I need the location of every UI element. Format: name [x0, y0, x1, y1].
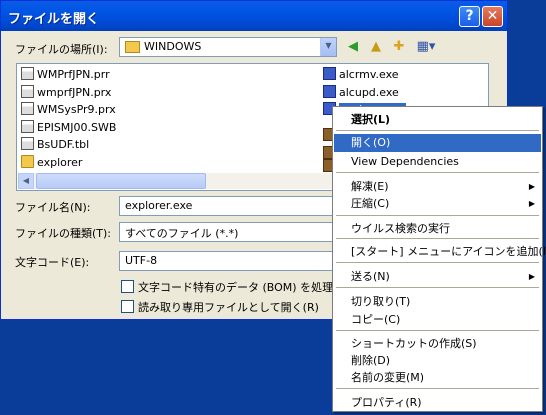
submenu-arrow-icon: ▶: [528, 199, 535, 208]
list-item[interactable]: EPISMJ00.SWB: [21, 119, 117, 136]
file-icon: [21, 84, 34, 98]
file-name: explorer: [37, 155, 83, 169]
file-name: WMSysPr9.prx: [37, 103, 116, 116]
file-icon: [21, 67, 34, 80]
encoding-select[interactable]: UTF-8: [119, 251, 335, 271]
filename-label: ファイル名(N):: [15, 201, 91, 214]
up-folder-icon[interactable]: ▲: [367, 38, 385, 56]
menu-item[interactable]: [スタート] メニューにアイコンを追加(I): [334, 243, 546, 261]
filename-input[interactable]: explorer.exe: [119, 196, 335, 216]
menu-item-label: 圧縮(C): [351, 197, 390, 210]
menu-separator: [336, 330, 539, 331]
filetype-label: ファイルの種類(T):: [15, 227, 112, 240]
menu-item[interactable]: ショートカットの作成(S): [334, 335, 541, 353]
encoding-label: 文字コード(E):: [15, 256, 90, 269]
menu-item[interactable]: 削除(D): [334, 352, 541, 370]
file-name: alcrmv.exe: [339, 68, 399, 81]
file-name: wmprfJPN.prx: [37, 85, 112, 99]
menu-item[interactable]: 圧縮(C) ▶: [334, 195, 541, 213]
menu-item-label: プロパティ(R): [351, 396, 422, 409]
filetype-select[interactable]: すべてのファイル (*.*): [119, 222, 335, 242]
folder-icon: [21, 154, 34, 168]
list-item[interactable]: alcupd.exe: [323, 84, 399, 101]
list-item[interactable]: BsUDF.tbl: [21, 137, 89, 153]
menu-item-label: 送る(N): [351, 270, 390, 283]
list-item[interactable]: WMPrfJPN.prr: [21, 67, 110, 83]
menu-item[interactable]: 開く(O): [334, 134, 541, 152]
menu-separator: [336, 215, 539, 216]
list-item[interactable]: alcrmv.exe: [323, 67, 399, 83]
menu-separator: [336, 238, 539, 239]
exe-icon: [323, 67, 336, 80]
menu-separator: [336, 130, 539, 131]
bom-checkbox[interactable]: [121, 280, 134, 293]
new-folder-icon[interactable]: ✚: [390, 38, 408, 56]
menu-item[interactable]: 送る(N) ▶: [334, 268, 541, 286]
scroll-left-icon[interactable]: ◀: [18, 173, 34, 189]
location-label: ファイルの場所(I):: [15, 43, 108, 56]
menu-item[interactable]: 名前の変更(M): [334, 369, 541, 387]
scroll-thumb[interactable]: [36, 173, 206, 189]
location-combo[interactable]: WINDOWS ▼: [119, 37, 337, 57]
list-item[interactable]: WMSysPr9.prx: [21, 102, 116, 118]
folder-icon: [125, 41, 140, 53]
menu-item-label: 切り取り(T): [351, 295, 411, 308]
dialog-title: ファイルを開く: [8, 12, 100, 27]
menu-item-label: [スタート] メニューにアイコンを追加(I): [351, 245, 546, 258]
views-menu-icon[interactable]: ▦▾: [414, 38, 438, 56]
menu-item-label: 削除(D): [351, 354, 391, 367]
readonly-label: 読み取り専用ファイルとして開く(R): [138, 301, 319, 314]
menu-item-label: ウイルス検索の実行: [351, 222, 450, 235]
menu-item-label: ショートカットの作成(S): [351, 337, 477, 350]
menu-item[interactable]: 解凍(E) ▶: [334, 178, 541, 196]
help-button[interactable]: ?: [459, 6, 480, 27]
menu-item[interactable]: 切り取り(T): [334, 293, 541, 311]
submenu-arrow-icon: ▶: [528, 272, 535, 281]
bom-label: 文字コード特有のデータ (BOM) を処理す: [138, 281, 345, 294]
menu-separator: [336, 262, 539, 263]
file-name: WMPrfJPN.prr: [37, 68, 110, 81]
menu-item-label: View Dependencies: [351, 155, 459, 168]
menu-item[interactable]: 選択(L): [334, 111, 541, 129]
menu-separator: [336, 388, 539, 389]
menu-item-label: 開く(O): [351, 136, 391, 149]
exe-icon: [323, 84, 336, 98]
close-button[interactable]: ✕: [482, 6, 503, 27]
title-bar[interactable]: ファイルを開く ? ✕: [1, 1, 507, 31]
menu-item-label: 解凍(E): [351, 180, 389, 193]
menu-item[interactable]: ウイルス検索の実行: [334, 220, 541, 238]
menu-item[interactable]: コピー(C): [334, 311, 541, 329]
readonly-checkbox[interactable]: [121, 300, 134, 313]
file-name: EPISMJ00.SWB: [37, 120, 117, 134]
file-name: BsUDF.tbl: [37, 138, 90, 151]
menu-item[interactable]: View Dependencies: [334, 153, 541, 171]
context-menu: 選択(L) 開く(O) View Dependencies 解凍(E) ▶ 圧縮(C) ▶ ウ…: [332, 106, 546, 412]
list-item[interactable]: explorer: [21, 154, 83, 171]
menu-item-label: 選択(L): [351, 113, 391, 126]
menu-separator: [336, 287, 539, 288]
menu-item-label: コピー(C): [351, 313, 401, 326]
chevron-down-icon[interactable]: ▼: [320, 38, 336, 56]
menu-item[interactable]: プロパティ(R): [334, 394, 541, 412]
back-arrow-icon[interactable]: ◀: [344, 38, 362, 56]
file-icon: [21, 119, 34, 133]
file-name: alcupd.exe: [339, 85, 399, 99]
file-icon: [21, 137, 34, 150]
menu-separator: [336, 172, 539, 173]
file-icon: [21, 102, 34, 115]
list-item[interactable]: wmprfJPN.prx: [21, 84, 112, 101]
location-value: WINDOWS: [144, 40, 202, 53]
menu-item-label: 名前の変更(M): [351, 371, 425, 384]
submenu-arrow-icon: ▶: [528, 182, 535, 191]
